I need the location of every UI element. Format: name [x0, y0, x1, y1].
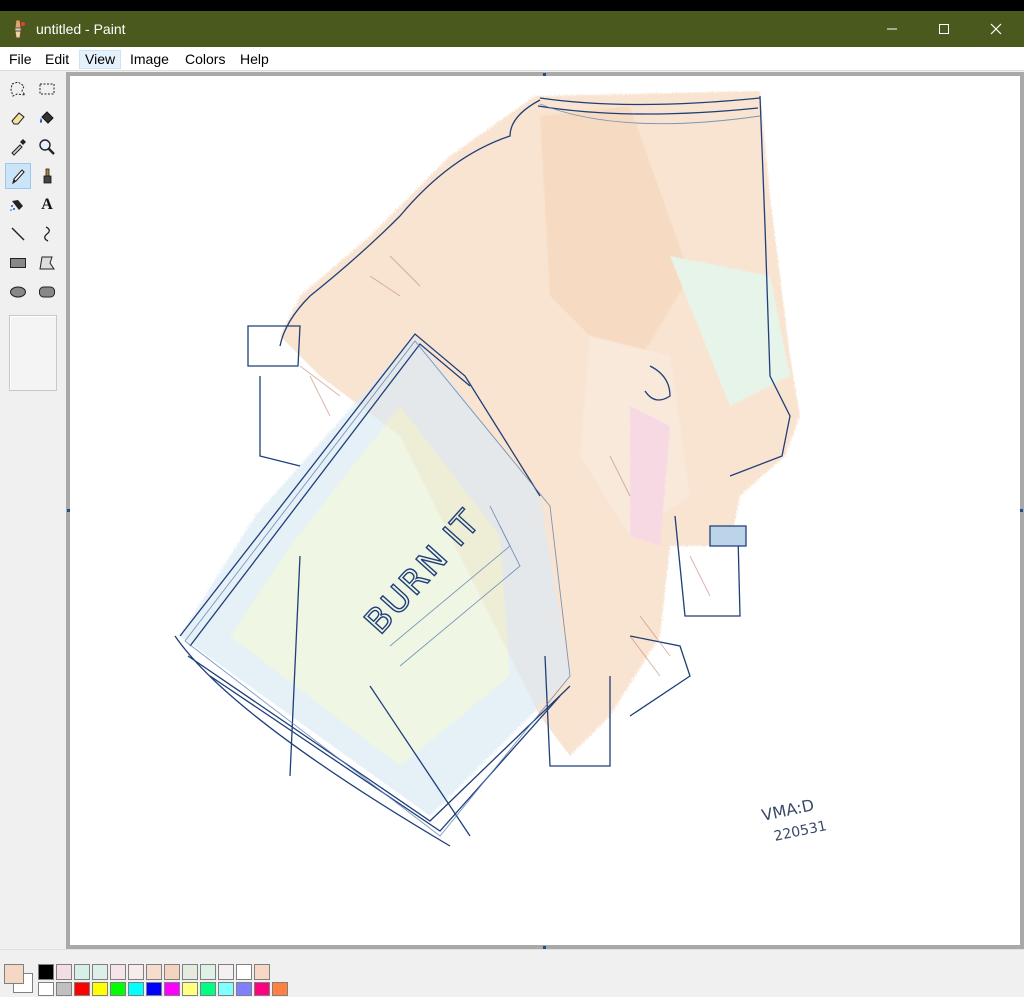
close-button[interactable] — [970, 11, 1022, 47]
palette-swatch[interactable] — [128, 982, 144, 996]
palette-swatch[interactable] — [128, 964, 144, 980]
polygon-icon — [39, 256, 55, 270]
tool-options-box[interactable] — [9, 315, 57, 391]
foreground-color-swatch[interactable] — [4, 964, 24, 984]
palette-swatch[interactable] — [38, 982, 54, 996]
screen-top-edge — [0, 0, 1024, 11]
palette-swatch[interactable] — [38, 964, 54, 980]
toolbox: A — [0, 72, 66, 948]
palette-swatch[interactable] — [200, 964, 216, 980]
hand-with-box-drawing: BURN IT VMA:D 220531 — [174, 91, 829, 847]
tool-airbrush[interactable] — [5, 192, 31, 218]
minimize-icon — [887, 28, 897, 30]
menu-edit[interactable]: Edit — [40, 50, 74, 69]
palette-swatch[interactable] — [254, 964, 270, 980]
palette-swatch[interactable] — [56, 982, 72, 996]
tool-line[interactable] — [5, 221, 31, 247]
tool-curve[interactable] — [34, 221, 60, 247]
brush-icon — [43, 168, 52, 184]
magnifier-icon — [39, 139, 55, 155]
ellipse-icon — [10, 286, 26, 298]
resize-handle-top[interactable] — [543, 73, 546, 76]
menu-bar: File Edit View Image Colors Help — [0, 47, 1024, 71]
tool-polygon[interactable] — [34, 250, 60, 276]
canvas-area: BURN IT VMA:D 220531 — [66, 72, 1024, 949]
current-colors[interactable] — [4, 964, 34, 994]
palette-swatch[interactable] — [182, 964, 198, 980]
resize-handle-right[interactable] — [1020, 509, 1023, 512]
rounded-rect-icon — [39, 286, 55, 298]
maximize-icon — [939, 24, 949, 34]
window-title: untitled - Paint — [36, 21, 126, 37]
tool-free-form-select[interactable] — [5, 76, 31, 102]
close-icon — [990, 23, 1002, 35]
palette-swatch[interactable] — [218, 982, 234, 996]
tool-rectangle[interactable] — [5, 250, 31, 276]
text-icon: A — [41, 196, 53, 213]
rect-select-icon — [39, 83, 55, 95]
palette-swatch[interactable] — [74, 964, 90, 980]
menu-image[interactable]: Image — [125, 50, 174, 69]
tool-fill-with-color[interactable] — [34, 105, 60, 131]
minimize-button[interactable] — [866, 11, 918, 47]
palette-swatch[interactable] — [92, 982, 108, 996]
rectangle-icon — [10, 258, 26, 268]
pencil-icon — [12, 169, 25, 185]
tool-pick-color[interactable] — [5, 134, 31, 160]
tool-magnifier[interactable] — [34, 134, 60, 160]
palette-swatch[interactable] — [146, 964, 162, 980]
tool-select[interactable] — [34, 76, 60, 102]
eyedropper-icon — [11, 139, 26, 156]
menu-view[interactable]: View — [79, 50, 122, 69]
tool-pencil[interactable] — [5, 163, 31, 189]
menu-colors[interactable]: Colors — [180, 50, 230, 69]
free-select-icon — [10, 81, 27, 97]
menu-help[interactable]: Help — [235, 50, 274, 69]
palette-swatch[interactable] — [272, 982, 288, 996]
palette-swatch[interactable] — [56, 964, 72, 980]
palette-swatch[interactable] — [74, 982, 90, 996]
palette-swatch[interactable] — [182, 982, 198, 996]
curve-icon — [44, 226, 50, 242]
color-palette — [0, 949, 1024, 997]
tool-text[interactable]: A — [34, 192, 60, 218]
palette-swatch[interactable] — [164, 982, 180, 996]
drawing-canvas[interactable]: BURN IT VMA:D 220531 — [70, 76, 1020, 945]
tool-rounded-rectangle[interactable] — [34, 279, 60, 305]
maximize-button[interactable] — [918, 11, 970, 47]
tool-brush[interactable] — [34, 163, 60, 189]
palette-swatch[interactable] — [110, 982, 126, 996]
palette-swatch[interactable] — [92, 964, 108, 980]
tool-eraser[interactable] — [5, 105, 31, 131]
paint-app-icon — [10, 18, 28, 40]
palette-swatch[interactable] — [110, 964, 126, 980]
eraser-icon — [11, 112, 25, 125]
palette-swatch[interactable] — [236, 964, 252, 980]
fill-bucket-icon — [40, 111, 54, 124]
palette-swatch[interactable] — [236, 982, 252, 996]
palette-swatch[interactable] — [164, 964, 180, 980]
palette-swatch[interactable] — [218, 964, 234, 980]
palette-swatch[interactable] — [200, 982, 216, 996]
airbrush-icon — [10, 200, 23, 211]
palette-swatch[interactable] — [146, 982, 162, 996]
tool-ellipse[interactable] — [5, 279, 31, 305]
palette-swatch[interactable] — [254, 982, 270, 996]
line-icon — [11, 227, 25, 241]
signature-date: 220531 — [773, 818, 829, 845]
title-bar[interactable]: untitled - Paint — [0, 11, 1024, 47]
menu-file[interactable]: File — [4, 50, 37, 69]
signature-name: VMA:D — [760, 795, 816, 825]
resize-handle-left[interactable] — [67, 509, 70, 512]
